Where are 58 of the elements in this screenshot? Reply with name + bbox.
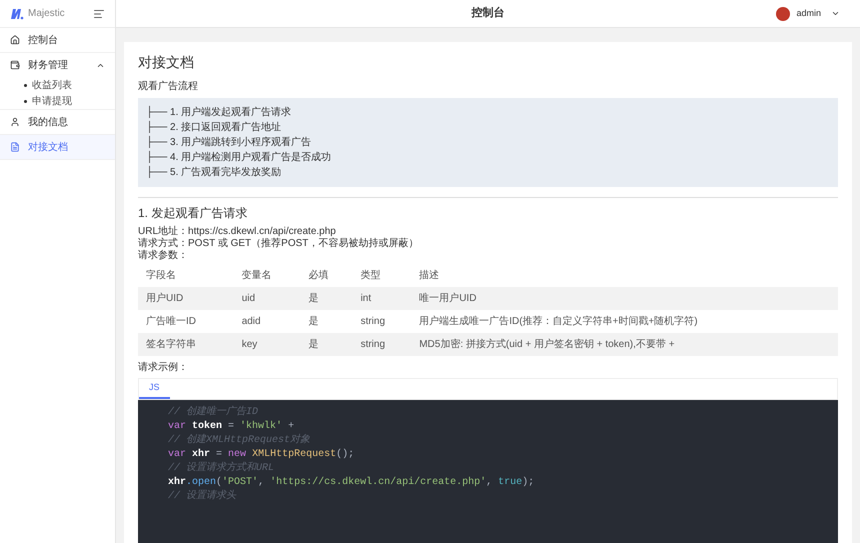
section-title: 1. 发起观看广告请求 — [138, 205, 248, 222]
page-header-title: 控制台 — [472, 6, 504, 22]
submenu-item[interactable]: 申请提现 — [0, 93, 115, 109]
code-line: var xhr = new XMLHttpRequest(); — [168, 448, 356, 462]
table-cell: 是 — [300, 310, 353, 333]
section-label: 观看广告流程 — [138, 80, 199, 94]
sidebar-item[interactable]: 我的信息 — [0, 110, 115, 134]
table-cell: string — [352, 333, 412, 356]
column-header: 描述 — [411, 264, 838, 287]
column-header: 类型 — [352, 264, 412, 287]
table-cell: 用户UID — [138, 287, 234, 310]
logo-icon — [10, 8, 24, 20]
menu-icon[interactable] — [93, 8, 105, 20]
avatar — [776, 6, 790, 20]
sidebar-item[interactable]: 控制台 — [0, 28, 115, 52]
code-line: // 创建XMLHttpRequest对象 — [168, 434, 312, 448]
menu-item-icon — [10, 142, 20, 152]
table-cell: key — [234, 333, 300, 356]
page-title: 对接文档 — [138, 53, 195, 72]
bullet-icon — [24, 100, 27, 102]
table-cell: MD5加密: 拼接方式(uid + 用户签名密钥 + token),不要带 + — [411, 333, 838, 356]
menu-item-icon — [10, 60, 20, 70]
bullet-icon — [24, 84, 27, 86]
example-label: 请求示例： — [138, 360, 189, 375]
code-line: // 创建唯一广告ID — [168, 406, 260, 420]
method-text: 请求方式：POST 或 GET（推荐POST，不容易被劫持或屏蔽） — [138, 238, 420, 250]
table-cell: adid — [234, 310, 300, 333]
table-cell: 用户端生成唯一广告ID(推荐：自定义字符串+时间戳+随机字符) — [411, 310, 838, 333]
code-line: // 设置请求头 — [168, 490, 238, 504]
flow-step: ├── 3. 用户端跳转到小程序观看广告 — [146, 136, 830, 149]
flow-step: ├── 4. 用户端检测用户观看广告是否成功 — [146, 151, 830, 164]
params-label: 请求参数： — [138, 250, 189, 262]
menu-item-icon — [10, 35, 20, 45]
table-cell: 签名字符串 — [138, 333, 234, 356]
column-header: 变量名 — [234, 264, 300, 287]
dropdown-icon[interactable] — [831, 9, 840, 18]
table-cell: 是 — [300, 333, 353, 356]
column-header: 字段名 — [138, 264, 234, 287]
code-line: // 设置请求方式和URL — [168, 462, 276, 476]
url-text: URL地址：https://cs.dkewl.cn/api/create.php — [138, 226, 337, 238]
flow-step: ├── 2. 接口返回观看广告地址 — [146, 121, 830, 134]
code-line: var token = 'khwlk' + — [168, 420, 296, 434]
submenu-item[interactable]: 收益列表 — [0, 77, 115, 93]
sidebar-item[interactable]: 财务管理 — [0, 53, 115, 77]
table-cell: uid — [234, 287, 300, 310]
sidebar-item[interactable]: 对接文档 — [0, 135, 115, 159]
table-cell: int — [352, 287, 412, 310]
table-cell: 广告唯一ID — [138, 310, 234, 333]
flow-step: ├── 1. 用户端发起观看广告请求 — [146, 106, 830, 119]
code-line: xhr.open('POST', 'https://cs.dkewl.cn/api/create.php', true); — [168, 476, 536, 490]
menu-item-icon — [10, 117, 20, 127]
column-header: 必填 — [300, 264, 353, 287]
user-name[interactable]: admin — [796, 6, 821, 20]
table-cell: string — [352, 310, 412, 333]
table-cell: 是 — [300, 287, 353, 310]
table-cell: 唯一用户UID — [411, 287, 838, 310]
flow-step: ├── 5. 广告观看完毕发放奖励 — [146, 166, 830, 179]
brand-name: Majestic — [28, 7, 65, 21]
